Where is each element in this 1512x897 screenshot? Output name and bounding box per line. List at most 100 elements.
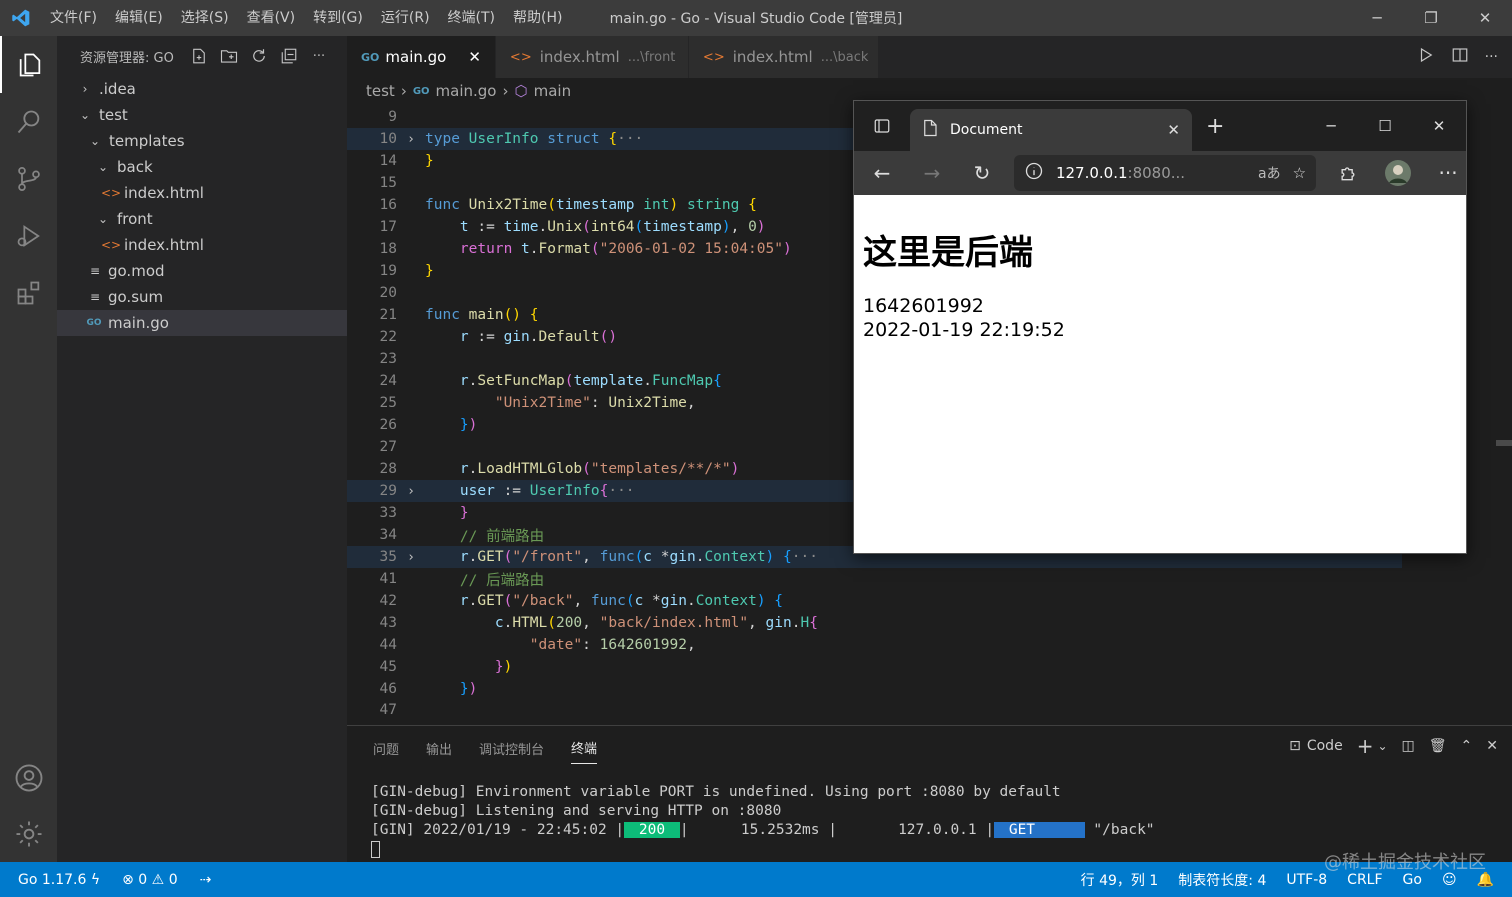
tab-back-index[interactable]: <> index.html ...\back [688,36,879,78]
extensions-puzzle-icon[interactable] [1330,154,1366,192]
tree-file-back-index[interactable]: <> index.html [57,180,347,206]
more-menu-icon[interactable]: ··· [1430,154,1466,192]
chevron-down-icon[interactable]: ⌄ [1377,739,1387,753]
info-icon[interactable] [1024,161,1044,185]
new-file-icon[interactable] [189,46,209,66]
tree-file-go-sum[interactable]: ≡ go.sum [57,284,347,310]
split-terminal-icon[interactable]: ◫ [1402,738,1415,754]
menu-selection[interactable]: 选择(S) [173,0,237,36]
html-file-icon: <> [509,49,532,65]
line-number: 41 [379,571,397,587]
run-icon[interactable] [1417,46,1435,68]
close-icon[interactable]: ✕ [1167,121,1180,139]
restore-icon[interactable]: ❐ [1404,0,1458,36]
menu-view[interactable]: 查看(V) [239,0,304,36]
favorites-add-icon[interactable]: ☆ [1293,164,1306,182]
tree-folder-test[interactable]: ⌄ test [57,102,347,128]
profile-avatar[interactable] [1380,154,1416,192]
maximize-icon[interactable]: ☐ [1358,101,1412,151]
tree-folder-front[interactable]: ⌄ front [57,206,347,232]
terminal-shell-icon[interactable]: ⊡ [1289,738,1301,754]
browser-tab-document[interactable]: Document ✕ [910,109,1192,151]
menu-run[interactable]: 运行(R) [373,0,438,36]
menu-file[interactable]: 文件(F) [42,0,105,36]
breadcrumb-file[interactable]: main.go [436,82,497,100]
encoding[interactable]: UTF-8 [1286,872,1327,888]
code-line: }) [459,681,478,697]
menu-edit[interactable]: 编辑(E) [107,0,171,36]
close-panel-icon[interactable]: ✕ [1486,738,1498,754]
extensions-icon[interactable] [0,264,57,321]
maximize-panel-icon[interactable]: ⌃ [1461,738,1473,754]
code-line: r.SetFuncMap(template.FuncMap{ [459,373,722,389]
terminal-shell-label[interactable]: Code [1307,738,1343,754]
close-icon[interactable]: ✕ [1412,101,1466,151]
code-line: c.HTML(200, "back/index.html", gin.H{ [494,615,818,631]
tab-main-go[interactable]: GO main.go ✕ [347,36,496,78]
close-icon[interactable]: ✕ [1458,0,1512,36]
tree-file-go-mod[interactable]: ≡ go.mod [57,258,347,284]
html-file-icon: <> [100,238,122,252]
menu-terminal[interactable]: 终端(T) [440,0,503,36]
editor-scrollbar[interactable] [1496,440,1512,446]
new-folder-icon[interactable] [219,46,239,66]
breadcrumb-symbol[interactable]: main [534,82,571,100]
reload-icon[interactable]: ↻ [964,154,1000,192]
split-editor-icon[interactable] [1451,46,1469,68]
terminal-output[interactable]: [GIN-debug] Environment variable PORT is… [371,784,1155,860]
refresh-icon[interactable] [249,46,269,66]
tree-folder-idea[interactable]: › .idea [57,76,347,102]
cursor-position[interactable]: 行 49，列 1 [1081,870,1159,890]
more-actions-icon[interactable]: ··· [309,46,329,66]
address-bar[interactable]: 127.0.0.1:8080... aあ ☆ [1013,155,1317,191]
menu-help[interactable]: 帮助(H) [505,0,570,36]
close-icon[interactable]: ✕ [468,48,481,66]
back-arrow-icon[interactable]: ← [864,154,900,192]
accounts-icon[interactable] [0,749,57,806]
forward-arrow-icon[interactable]: → [914,154,950,192]
fold-chevron-icon[interactable]: › [397,550,425,565]
settings-gear-icon[interactable] [0,805,57,862]
line-number: 34 [379,527,397,543]
collapse-all-icon[interactable] [279,46,299,66]
read-aloud-icon[interactable]: aあ [1258,163,1281,183]
tree-folder-back[interactable]: ⌄ back [57,154,347,180]
code-line: user := UserInfo{··· [459,483,635,499]
go-version[interactable]: Go 1.17.6 ϟ [18,872,100,888]
trash-icon[interactable]: 🗑 [1429,738,1447,754]
go-file-icon: GO [412,85,430,97]
source-control-icon[interactable] [0,150,57,207]
page-icon [922,119,938,141]
menu-go[interactable]: 转到(G) [305,0,371,36]
terminal-line: [GIN-debug] Environment variable PORT is… [371,784,1061,800]
tree-file-front-index[interactable]: <> index.html [57,232,347,258]
new-tab-icon[interactable]: + [1206,114,1224,139]
tab-problems[interactable]: 问题 [373,739,399,758]
more-actions-icon[interactable]: ··· [1485,49,1498,65]
tree-label: go.mod [108,262,165,280]
page-timestamp: 1642601992 [863,295,984,317]
breadcrumb-folder[interactable]: test [366,82,395,100]
run-debug-icon[interactable] [0,207,57,264]
minimize-icon[interactable]: ─ [1304,101,1358,151]
problems-indicator[interactable]: ⊗ 0 ⚠ 0 [122,872,178,888]
tab-front-index[interactable]: <> index.html ...\front [495,36,689,78]
tab-debug-console[interactable]: 调试控制台 [479,739,544,758]
fold-chevron-icon[interactable]: › [397,132,425,147]
live-share-icon[interactable]: ⇢ [200,872,212,888]
line-number: 23 [379,351,397,367]
tree-label: back [117,158,153,176]
tab-actions-icon[interactable] [854,117,910,135]
minimize-icon[interactable]: ─ [1350,0,1404,36]
fold-chevron-icon[interactable]: › [397,484,425,499]
tab-size[interactable]: 制表符长度: 4 [1178,870,1266,890]
search-icon[interactable] [0,93,57,150]
explorer-icon[interactable] [0,36,57,93]
tab-output[interactable]: 输出 [426,739,452,758]
tree-file-main-go[interactable]: GO main.go [57,310,347,336]
tree-folder-templates[interactable]: ⌄ templates [57,128,347,154]
browser-tab-title: Document [950,122,1023,138]
code-line: } [459,505,469,521]
tab-terminal[interactable]: 终端 [571,738,598,764]
new-terminal-icon[interactable]: + [1357,734,1374,758]
